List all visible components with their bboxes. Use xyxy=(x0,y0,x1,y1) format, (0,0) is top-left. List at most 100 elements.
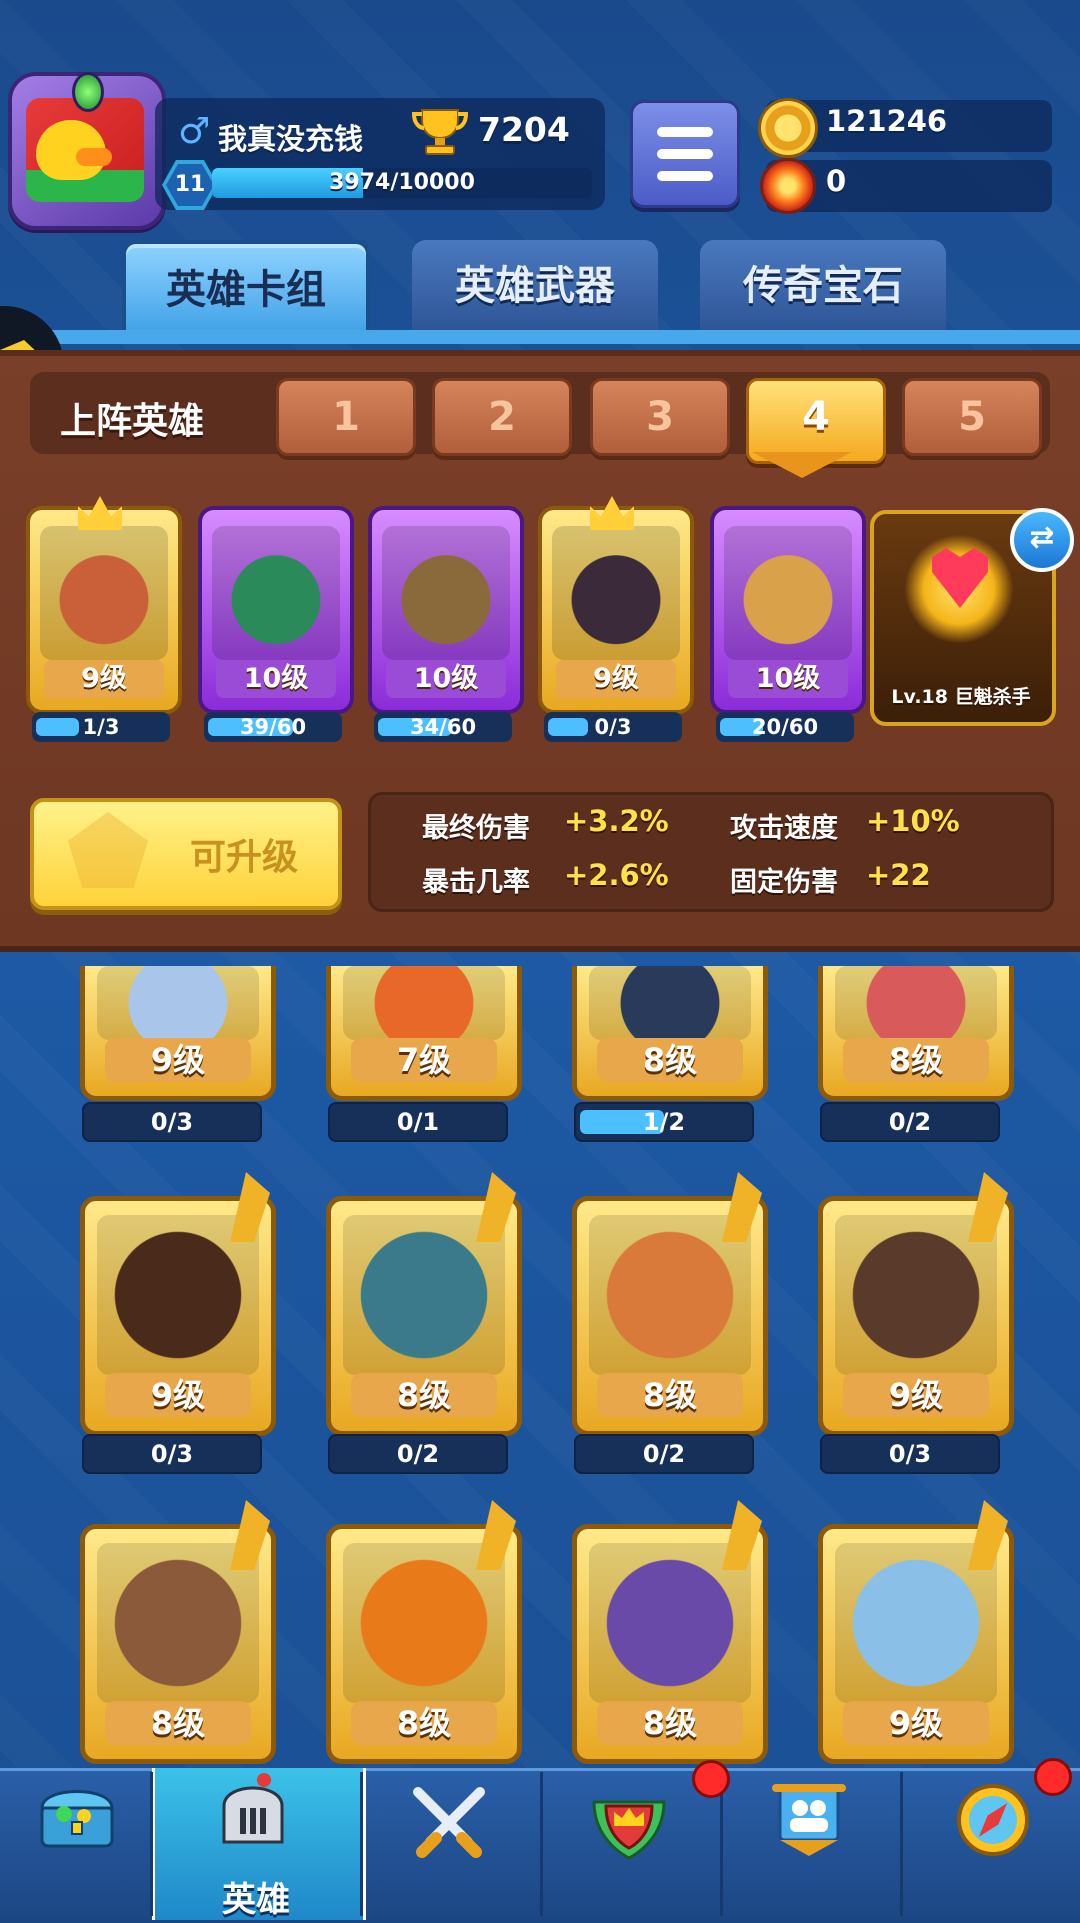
roster-hero-card[interactable]: 7级 xyxy=(326,966,522,1101)
roster-hero-card[interactable]: 9级 xyxy=(80,966,276,1101)
roster-hero-level: 8级 xyxy=(597,1038,743,1082)
hero-level: 10级 xyxy=(386,660,506,698)
roster-hero-level: 9级 xyxy=(843,1373,989,1417)
flame-amount: 0 xyxy=(826,164,847,198)
lineup-slot-4[interactable]: 4 xyxy=(746,378,886,464)
treasure-chest-icon[interactable] xyxy=(34,1776,120,1856)
hamburger-icon xyxy=(657,127,713,137)
compass-icon[interactable] xyxy=(950,1778,1036,1858)
lineup-hero-card[interactable]: 9级 xyxy=(26,506,182,714)
crown-shield-icon[interactable] xyxy=(586,1782,672,1862)
roster-shard-progress: 0/3 xyxy=(82,1434,262,1474)
roster-hero-level: 8级 xyxy=(843,1038,989,1082)
gold-coin-icon xyxy=(758,98,818,158)
swap-icon[interactable]: ⇄ xyxy=(1010,508,1074,572)
player-avatar[interactable] xyxy=(8,72,166,230)
xp-progress-bar: 3974/10000 xyxy=(212,168,592,198)
knight-helmet-icon xyxy=(222,1773,284,1844)
stat-value-crit-chance: +2.6% xyxy=(564,858,669,892)
roster-shard-progress-text: 0/3 xyxy=(150,1108,194,1136)
hero-level: 9级 xyxy=(44,660,164,698)
stat-name-crit-chance: 暴击几率 xyxy=(422,867,530,898)
hero-level: 10级 xyxy=(216,660,336,698)
roster-hero-level: 9级 xyxy=(843,1701,989,1745)
stat-value-attack-speed: +10% xyxy=(866,804,960,838)
roster-hero-level: 8级 xyxy=(351,1701,497,1745)
notification-badge-compass xyxy=(1034,1758,1072,1796)
notification-badge xyxy=(692,1760,730,1798)
roster-shard-progress-text: 0/3 xyxy=(888,1440,932,1468)
lineup-hero-card[interactable]: 10级 xyxy=(368,506,524,714)
hero-portrait xyxy=(382,526,510,660)
roster-hero-level: 9级 xyxy=(105,1038,251,1082)
hero-portrait xyxy=(212,526,340,660)
hero-portrait xyxy=(552,526,680,660)
flame-currency-icon xyxy=(760,158,816,214)
roster-hero-portrait xyxy=(835,966,997,1040)
roster-shard-progress: 0/2 xyxy=(820,1102,1000,1142)
stat-value-fixed-damage: +22 xyxy=(866,858,931,892)
guild-banner-icon[interactable] xyxy=(766,1780,852,1860)
roster-hero-portrait xyxy=(97,966,259,1040)
lineup-slot-2[interactable]: 2 xyxy=(432,378,572,456)
male-gender-icon: ♂ xyxy=(178,111,211,152)
hero-shard-progress: 1/3 xyxy=(32,712,170,742)
roster-hero-level: 8级 xyxy=(105,1701,251,1745)
lineup-slot-3[interactable]: 3 xyxy=(590,378,730,456)
roster-hero-portrait xyxy=(589,966,751,1040)
menu-button[interactable] xyxy=(630,100,740,208)
roster-shard-progress: 0/2 xyxy=(328,1434,508,1474)
roster-shard-progress-text: 0/2 xyxy=(642,1440,686,1468)
trophy-icon xyxy=(412,109,468,155)
tab-underline xyxy=(0,330,1080,344)
hero-shard-progress: 34/60 xyxy=(374,712,512,742)
avatar-gem-icon xyxy=(72,72,104,112)
hero-shard-progress-fill xyxy=(548,718,588,736)
upgrade-button-label: 可升级 xyxy=(190,837,299,878)
hero-shard-progress: 39/60 xyxy=(204,712,342,742)
roster-hero-card[interactable]: 8级 xyxy=(818,966,1014,1101)
lineup-hero-card[interactable]: 9级 xyxy=(538,506,694,714)
hero-shard-progress-text: 20/60 xyxy=(751,715,819,739)
roster-shard-progress: 1/2 xyxy=(574,1102,754,1142)
roster-shard-progress: 0/1 xyxy=(328,1102,508,1142)
lineup-slot-1[interactable]: 1 xyxy=(276,378,416,456)
stat-name-fixed-damage: 固定伤害 xyxy=(730,867,838,898)
trophy-count: 7204 xyxy=(478,110,570,149)
hero-shard-progress: 20/60 xyxy=(716,712,854,742)
lineup-hero-card[interactable]: 10级 xyxy=(198,506,354,714)
tab-hero-deck[interactable]: 英雄卡组 xyxy=(122,240,370,340)
lineup-hero-card[interactable]: 10级 xyxy=(710,506,866,714)
nav-label-heroes: 英雄 xyxy=(222,1880,290,1920)
roster-shard-progress-text: 0/2 xyxy=(396,1440,440,1468)
roster-shard-progress-text: 0/3 xyxy=(150,1440,194,1468)
player-name: 我真没充钱 xyxy=(218,122,364,156)
roster-hero-level: 7级 xyxy=(351,1038,497,1082)
crossed-swords-icon[interactable] xyxy=(406,1784,492,1864)
roster-hero-level: 9级 xyxy=(105,1373,251,1417)
hero-shard-progress-text: 0/3 xyxy=(594,715,632,739)
lineup-slot-5[interactable]: 5 xyxy=(902,378,1042,456)
roster-shard-progress: 0/2 xyxy=(574,1434,754,1474)
roster-hero-level: 8级 xyxy=(597,1701,743,1745)
tab-hero-weapons[interactable]: 英雄武器 xyxy=(412,240,658,332)
roster-hero-level: 8级 xyxy=(351,1373,497,1417)
gold-amount: 121246 xyxy=(826,104,948,138)
hero-shard-progress-fill xyxy=(36,718,80,736)
lineup-label: 上阵英雄 xyxy=(60,401,205,442)
stat-value-final-damage: +3.2% xyxy=(564,804,669,838)
stat-name-final-damage: 最终伤害 xyxy=(422,813,530,844)
roster-shard-progress: 0/3 xyxy=(820,1434,1000,1474)
hero-shard-progress-text: 39/60 xyxy=(239,715,307,739)
roster-shard-progress-text: 1/2 xyxy=(642,1108,686,1136)
avatar-image xyxy=(26,98,144,202)
hero-shard-progress-text: 1/3 xyxy=(82,715,120,739)
hero-level: 10级 xyxy=(728,660,848,698)
roster-shard-progress-text: 0/1 xyxy=(396,1108,440,1136)
roster-hero-portrait xyxy=(343,966,505,1040)
trophy-label: Lv.18 巨魁杀手 xyxy=(891,686,1031,708)
hero-shard-progress-text: 34/60 xyxy=(409,715,477,739)
roster-hero-card[interactable]: 8级 xyxy=(572,966,768,1101)
tab-legendary-gems[interactable]: 传奇宝石 xyxy=(700,240,946,332)
stat-name-attack-speed: 攻击速度 xyxy=(730,813,838,844)
